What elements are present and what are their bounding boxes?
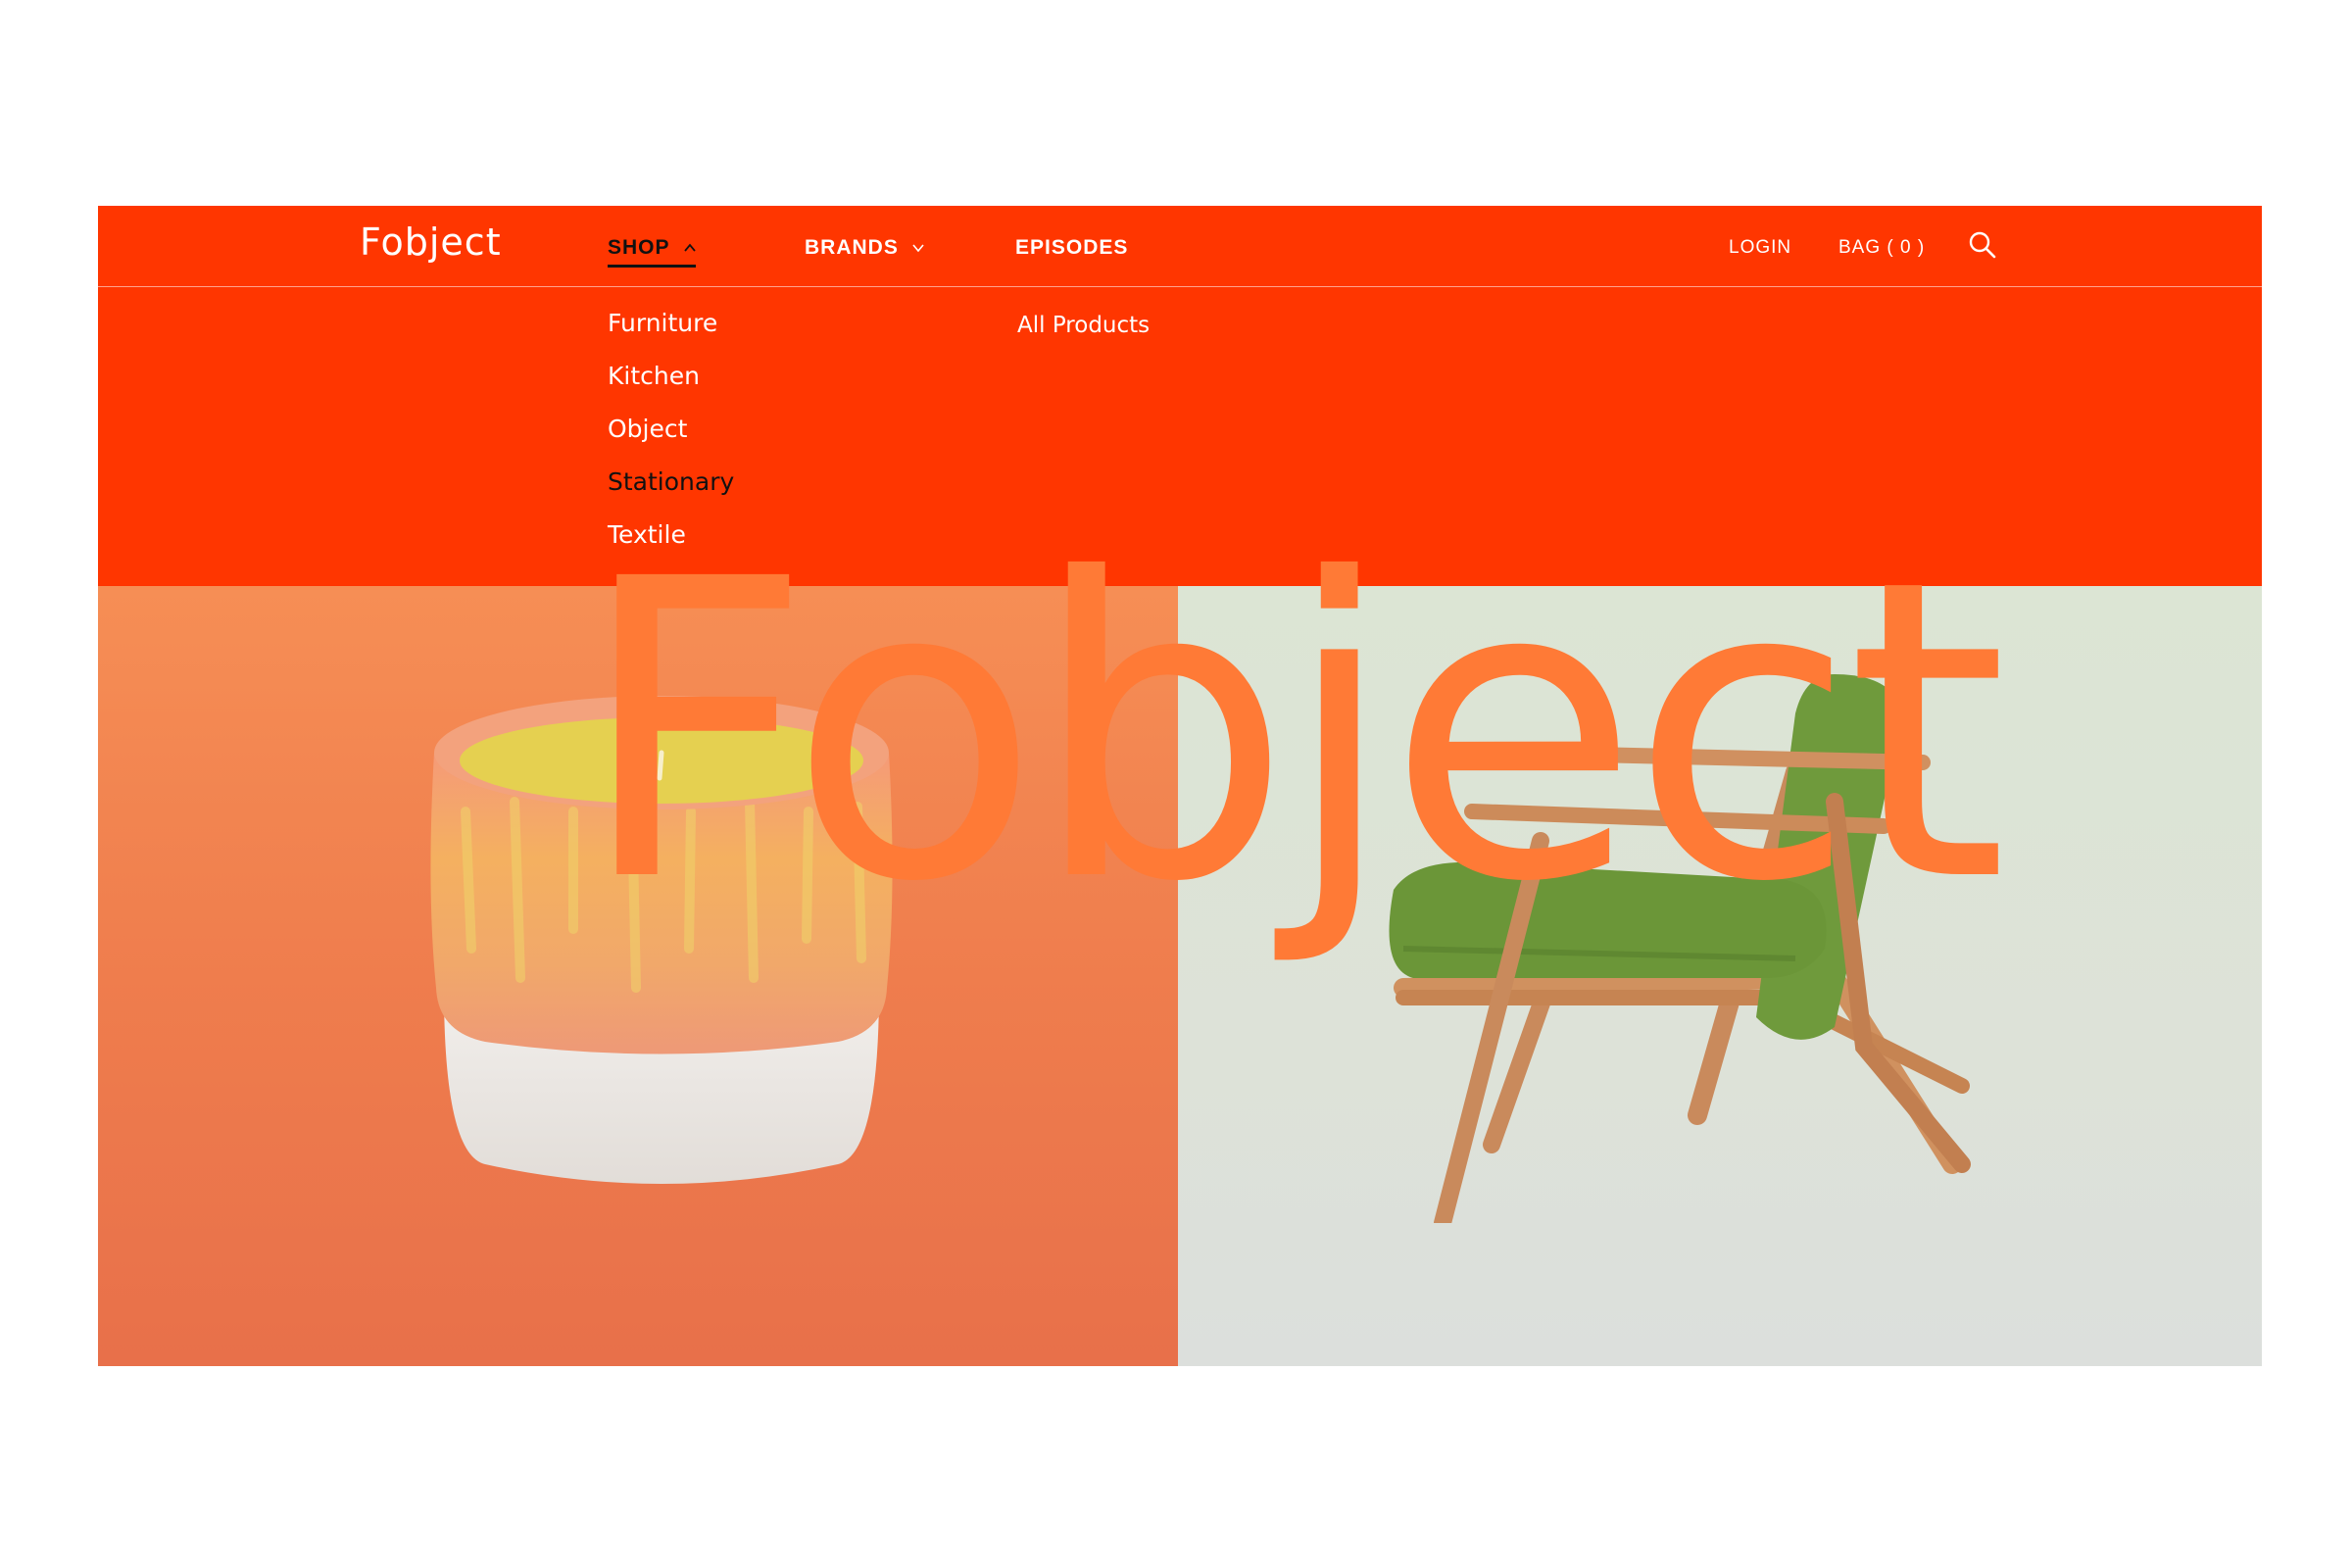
nav-shop[interactable]: SHOP	[608, 233, 696, 268]
lounge-chair-icon	[1389, 674, 1971, 1223]
candle-icon	[430, 696, 893, 1184]
nav-brands[interactable]: BRANDS	[805, 233, 924, 263]
menu-item-kitchen[interactable]: Kitchen	[608, 362, 734, 391]
menu-item-textile[interactable]: Textile	[608, 520, 734, 550]
site-frame: Fobject SHOP BRANDS EPISODES LOGIN BAG (…	[98, 206, 2262, 1366]
category-list: Furniture Kitchen Object Stationary Textile	[608, 309, 734, 573]
nav-shop-label: SHOP	[608, 236, 670, 259]
login-link[interactable]: LOGIN	[1729, 235, 1791, 261]
site-logo[interactable]: Fobject	[360, 219, 502, 266]
hero-panel-candle[interactable]	[98, 586, 1178, 1366]
secondary-list: All Products	[1017, 311, 1150, 364]
shop-dropdown-menu: Furniture Kitchen Object Stationary Textile …	[98, 287, 2262, 596]
nav-brands-label: BRANDS	[805, 236, 899, 259]
search-icon[interactable]	[1967, 229, 1998, 261]
nav-episodes[interactable]: EPISODES	[1015, 233, 1128, 263]
menu-item-furniture[interactable]: Furniture	[608, 309, 734, 338]
bag-link[interactable]: BAG ( 0 )	[1838, 235, 1925, 261]
menu-item-all-products[interactable]: All Products	[1017, 311, 1150, 340]
menu-item-object[interactable]: Object	[608, 415, 734, 444]
nav-episodes-label: EPISODES	[1015, 236, 1129, 259]
menu-item-stationary[interactable]: Stationary	[608, 467, 734, 497]
hero-panel-chair[interactable]	[1178, 586, 2262, 1366]
chevron-down-icon	[912, 244, 924, 253]
chevron-up-icon	[683, 243, 696, 252]
top-navigation-bar: Fobject SHOP BRANDS EPISODES LOGIN BAG (…	[98, 206, 2262, 287]
hero-banner: Fobject	[98, 527, 2262, 1366]
